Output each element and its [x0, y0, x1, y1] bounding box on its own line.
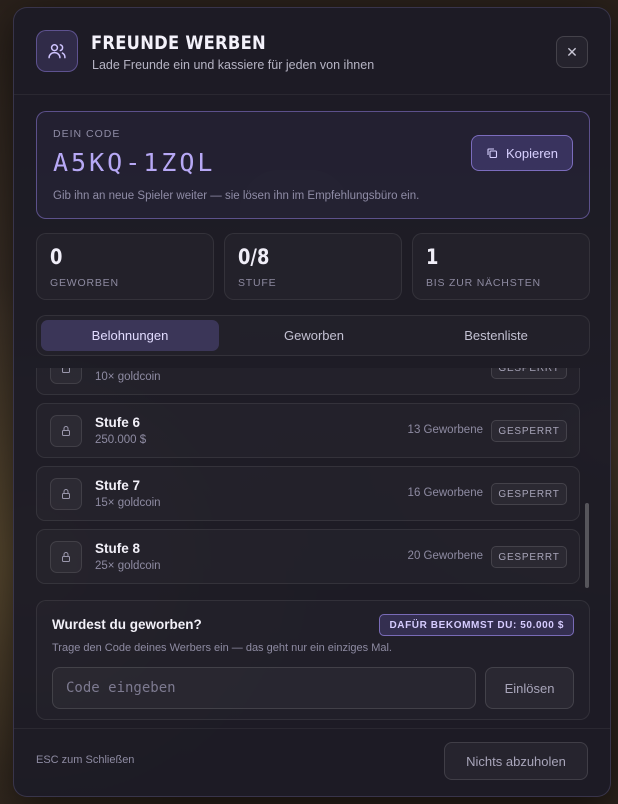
redeem-button[interactable]: Einlösen: [485, 667, 574, 709]
tier-row: Stufe 7 15× goldcoin 16 Geworbene GESPER…: [36, 466, 580, 521]
bonus-badge: DAFÜR BEKOMMST DU: 50.000 $: [379, 614, 574, 636]
copy-button-label: Kopieren: [505, 145, 559, 161]
lock-icon: [50, 415, 82, 447]
close-icon: ✕: [566, 43, 578, 60]
tier-row: Stufe 8 25× goldcoin 20 Geworbene GESPER…: [36, 529, 580, 584]
tier-title: Stufe 6: [95, 415, 141, 430]
stat-tier: 0/8 STUFE: [224, 233, 402, 300]
tier-status-badge: GESPERRT: [491, 368, 567, 379]
tier-reward: 15× goldcoin: [95, 497, 161, 509]
lock-icon: [50, 368, 82, 384]
tier-reward: 250.000 $: [95, 434, 147, 446]
stat-value: 0/8: [238, 245, 270, 269]
stat-value: 0: [50, 245, 63, 269]
tab-bar: Belohnungen Geworben Bestenliste: [36, 315, 590, 356]
tier-status-badge: GESPERRT: [491, 420, 567, 442]
tier-title: Stufe 7: [95, 478, 141, 493]
modal-subtitle: Lade Freunde ein und kassiere für jeden …: [92, 58, 375, 72]
reward-tier-list[interactable]: 10× goldcoin GESPERRT Stufe 6 250.000 $ …: [36, 368, 590, 588]
list-scrollbar[interactable]: [584, 368, 590, 588]
referred-by-section: Wurdest du geworben? DAFÜR BEKOMMST DU: …: [36, 600, 590, 720]
tier-row: 10× goldcoin GESPERRT: [36, 368, 580, 395]
referred-hint: Trage den Code deines Werbers ein — das …: [52, 642, 392, 654]
tab-referred[interactable]: Geworben: [225, 320, 403, 351]
referred-title: Wurdest du geworben?: [52, 617, 202, 632]
tier-title: Stufe 8: [95, 541, 141, 556]
code-input[interactable]: [52, 667, 476, 709]
tier-requirement: 20 Geworbene: [407, 550, 483, 562]
lock-icon: [50, 541, 82, 573]
referral-code-card: DEIN CODE A5KQ-1ZQL Gib ihn an neue Spie…: [36, 111, 590, 219]
lock-icon: [50, 478, 82, 510]
tier-reward: 10× goldcoin: [95, 371, 161, 383]
tier-status-badge: GESPERRT: [491, 546, 567, 568]
code-label: DEIN CODE: [53, 128, 121, 140]
esc-hint: ESC zum Schließen: [36, 754, 135, 766]
copy-icon: [487, 148, 498, 159]
close-button[interactable]: ✕: [556, 36, 588, 68]
referral-modal: Freunde werben Lade Freunde ein und kass…: [13, 7, 611, 797]
claim-button[interactable]: Nichts abzuholen: [444, 742, 588, 780]
stat-until-next: 1 BIS ZUR NÄCHSTEN: [412, 233, 590, 300]
tab-rewards[interactable]: Belohnungen: [41, 320, 219, 351]
code-hint: Gib ihn an neue Spieler weiter — sie lös…: [53, 190, 420, 202]
tab-leaderboard[interactable]: Bestenliste: [407, 320, 585, 351]
tier-requirement: 13 Geworbene: [407, 424, 483, 436]
stat-referred: 0 GEWORBEN: [36, 233, 214, 300]
users-icon: [36, 30, 78, 72]
scrollbar-thumb[interactable]: [585, 503, 589, 588]
tier-status-badge: GESPERRT: [491, 483, 567, 505]
stat-label: STUFE: [238, 277, 277, 289]
modal-header: Freunde werben Lade Freunde ein und kass…: [36, 30, 588, 74]
header-divider: [14, 94, 610, 95]
tier-reward: 25× goldcoin: [95, 560, 161, 572]
tier-row: Stufe 6 250.000 $ 13 Geworbene GESPERRT: [36, 403, 580, 458]
stat-value: 1: [426, 245, 439, 269]
stats-row: 0 GEWORBEN 0/8 STUFE 1 BIS ZUR NÄCHSTEN: [36, 233, 590, 300]
copy-button[interactable]: Kopieren: [471, 135, 573, 171]
stat-label: BIS ZUR NÄCHSTEN: [426, 277, 541, 289]
modal-title: Freunde werben: [91, 32, 266, 54]
tier-requirement: 16 Geworbene: [407, 487, 483, 499]
footer-divider: [14, 728, 610, 729]
referral-code: A5KQ-1ZQL: [53, 148, 216, 177]
stat-label: GEWORBEN: [50, 277, 119, 289]
